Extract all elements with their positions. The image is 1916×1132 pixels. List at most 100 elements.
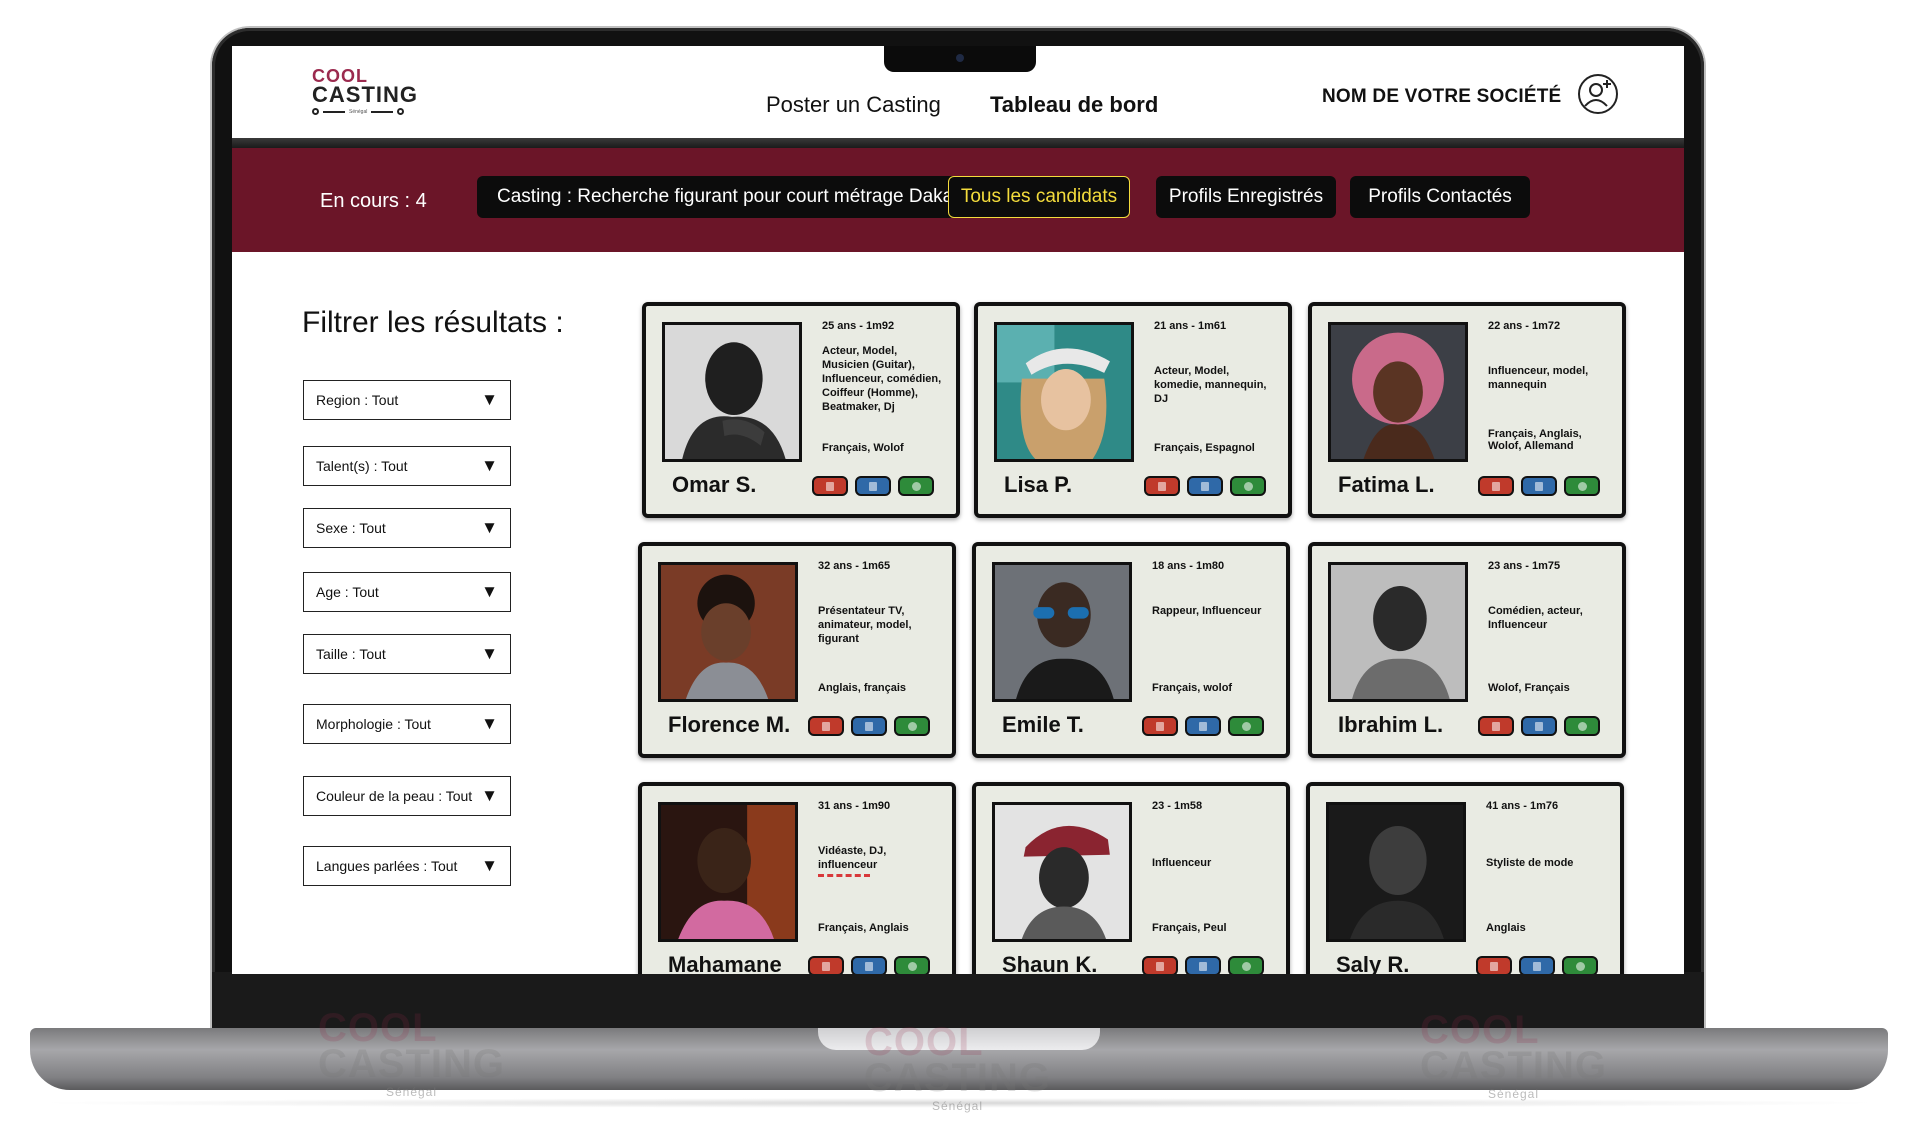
brand-tagline: Sénégal [349, 108, 368, 115]
candidate-photo[interactable] [1326, 802, 1466, 942]
trash-icon[interactable] [1144, 476, 1180, 496]
filter-talent[interactable]: Talent(s) : Tout ▼ [303, 446, 511, 486]
candidate-name[interactable]: Ibrahim L. [1338, 712, 1443, 738]
filter-skin-color[interactable]: Couleur de la peau : Tout ▼ [303, 776, 511, 816]
tab-contacted-profiles[interactable]: Profils Contactés [1350, 176, 1530, 218]
nav-post-casting[interactable]: Poster un Casting [766, 92, 941, 118]
candidate-card[interactable]: 18 ans - 1m80 Rappeur, Influenceur Franç… [972, 542, 1290, 758]
candidate-card[interactable]: 23 - 1m58 Influenceur Français, Peul Sha… [972, 782, 1290, 974]
tab-all-candidates[interactable]: Tous les candidats [948, 176, 1130, 218]
save-icon[interactable] [1185, 716, 1221, 736]
candidate-age-height: 22 ans - 1m72 [1488, 320, 1561, 332]
candidate-name[interactable]: Shaun K. [1002, 952, 1097, 974]
casting-select-label: Casting : Recherche figurant pour court … [497, 186, 960, 207]
company-name[interactable]: NOM DE VOTRE SOCIÉTÉ [1322, 86, 1561, 108]
candidate-age-height: 41 ans - 1m76 [1486, 800, 1559, 812]
candidate-actions [1478, 716, 1600, 736]
candidate-card[interactable]: 41 ans - 1m76 Styliste de mode Anglais S… [1306, 782, 1624, 974]
whatsapp-icon[interactable] [894, 716, 930, 736]
candidate-photo[interactable] [992, 562, 1132, 702]
save-icon[interactable] [851, 956, 887, 974]
brand-logo[interactable]: COOL CASTING Sénégal [312, 67, 422, 120]
dropdown-triangle-icon: ▼ [481, 786, 498, 805]
candidate-talents: Influenceur, model, mannequin [1488, 365, 1589, 391]
whatsapp-icon[interactable] [894, 956, 930, 974]
candidate-actions [812, 476, 934, 496]
save-icon[interactable] [1521, 476, 1557, 496]
brand-logo-line: Sénégal [312, 108, 422, 115]
save-icon[interactable] [1521, 716, 1557, 736]
whatsapp-icon[interactable] [1228, 956, 1264, 974]
candidate-actions [1478, 476, 1600, 496]
trash-icon[interactable] [1142, 716, 1178, 736]
whatsapp-icon[interactable] [1230, 476, 1266, 496]
logo-dot-icon [312, 108, 319, 115]
candidate-actions [1142, 716, 1264, 736]
candidate-age-height: 31 ans - 1m90 [818, 800, 891, 812]
whatsapp-icon[interactable] [1564, 716, 1600, 736]
candidate-talents: Présentateur TV, animateur, model, figur… [818, 605, 912, 645]
candidate-name[interactable]: Florence M. [668, 712, 790, 738]
trash-icon[interactable] [1478, 476, 1514, 496]
candidate-languages: Français, wolof [1152, 682, 1233, 694]
candidate-photo[interactable] [658, 802, 798, 942]
filter-label: Talent(s) : Tout [316, 458, 408, 474]
candidate-card[interactable]: 22 ans - 1m72 Influenceur, model, manneq… [1308, 302, 1626, 518]
candidate-name[interactable]: Omar S. [672, 472, 756, 498]
save-icon[interactable] [851, 716, 887, 736]
logo-bar [371, 110, 394, 113]
candidate-photo[interactable] [992, 802, 1132, 942]
candidate-card[interactable]: 25 ans - 1m92 Acteur, Model, Musicien (G… [642, 302, 960, 518]
filter-region[interactable]: Region : Tout ▼ [303, 380, 511, 420]
candidate-name[interactable]: Lisa P. [1004, 472, 1072, 498]
nav-dashboard[interactable]: Tableau de bord [990, 92, 1158, 118]
dropdown-triangle-icon: ▼ [481, 714, 498, 733]
filter-sex[interactable]: Sexe : Tout ▼ [303, 508, 511, 548]
trash-icon[interactable] [1142, 956, 1178, 974]
candidate-languages: Français, Peul [1152, 922, 1227, 934]
save-icon[interactable] [1185, 956, 1221, 974]
candidate-card[interactable]: 23 ans - 1m75 Comédien, acteur, Influenc… [1308, 542, 1626, 758]
candidate-name[interactable]: Fatima L. [1338, 472, 1435, 498]
candidate-card[interactable]: 32 ans - 1m65 Présentateur TV, animateur… [638, 542, 956, 758]
filter-morphology[interactable]: Morphologie : Tout ▼ [303, 704, 511, 744]
filter-height[interactable]: Taille : Tout ▼ [303, 634, 511, 674]
filter-languages[interactable]: Langues parlées : Tout ▼ [303, 846, 511, 886]
tab-saved-profiles[interactable]: Profils Enregistrés [1156, 176, 1336, 218]
trash-icon[interactable] [812, 476, 848, 496]
candidate-name[interactable]: Emile T. [1002, 712, 1084, 738]
candidate-card[interactable]: 31 ans - 1m90 Vidéaste, DJ, influenceur … [638, 782, 956, 974]
user-plus-icon[interactable] [1578, 74, 1618, 114]
trash-icon[interactable] [1478, 716, 1514, 736]
logo-bar [323, 110, 345, 113]
user-plus-icon-svg [1584, 80, 1611, 107]
filter-label: Age : Tout [316, 584, 379, 600]
portrait-image [995, 565, 1129, 699]
active-castings-count: En cours : 4 [320, 190, 427, 212]
filter-age[interactable]: Age : Tout ▼ [303, 572, 511, 612]
candidate-name[interactable]: Mahamane [668, 952, 782, 974]
whatsapp-icon[interactable] [1562, 956, 1598, 974]
header-divider [232, 138, 1684, 148]
camera-icon [956, 54, 964, 62]
whatsapp-icon[interactable] [898, 476, 934, 496]
trash-icon[interactable] [808, 716, 844, 736]
trash-icon[interactable] [808, 956, 844, 974]
whatsapp-icon[interactable] [1564, 476, 1600, 496]
candidate-card[interactable]: 21 ans - 1m61 Acteur, Model, komedie, ma… [974, 302, 1292, 518]
candidate-photo[interactable] [662, 322, 802, 462]
app-screen: COOL CASTING Sénégal Poster un Casting T… [232, 46, 1684, 974]
candidate-name[interactable]: Saly R. [1336, 952, 1409, 974]
candidate-photo[interactable] [1328, 562, 1468, 702]
candidate-photo[interactable] [994, 322, 1134, 462]
trash-icon[interactable] [1476, 956, 1512, 974]
save-icon[interactable] [855, 476, 891, 496]
filter-label: Langues parlées : Tout [316, 858, 458, 874]
candidate-actions [1476, 956, 1598, 974]
whatsapp-icon[interactable] [1228, 716, 1264, 736]
candidate-photo[interactable] [658, 562, 798, 702]
candidate-photo[interactable] [1328, 322, 1468, 462]
candidate-languages: Français, Anglais, Wolof, Allemand [1488, 428, 1582, 452]
save-icon[interactable] [1187, 476, 1223, 496]
save-icon[interactable] [1519, 956, 1555, 974]
